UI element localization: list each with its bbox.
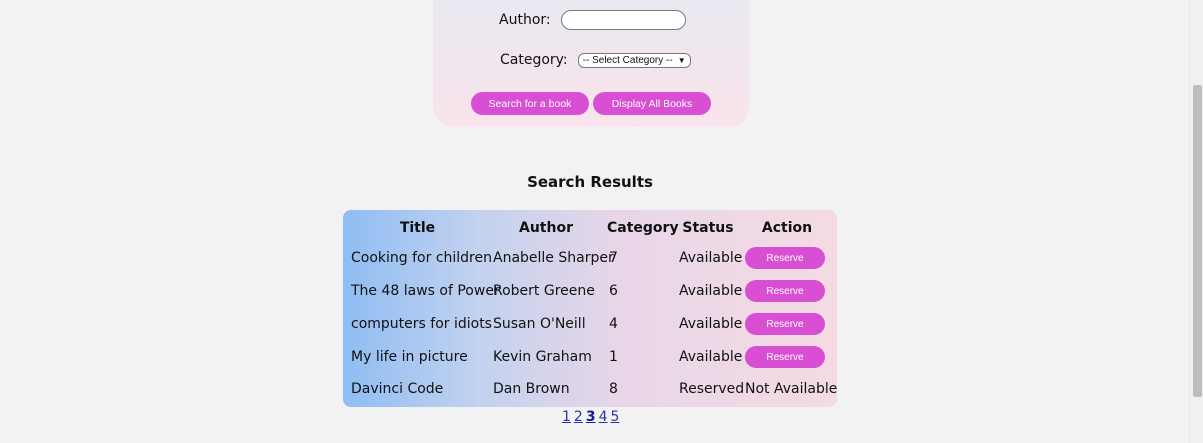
vertical-scrollbar[interactable] [1189,0,1203,443]
column-header-category: Category [607,220,679,236]
cell-status: Available [679,283,743,299]
cell-author: Robert Greene [493,283,595,299]
cell-title: Cooking for children [351,250,492,266]
cell-category: 7 [609,250,618,266]
cell-category: 6 [609,283,618,299]
cell-action-not-available: Not Available [745,381,838,397]
search-form-panel: Author: Category: -- Select Category -- … [433,0,749,127]
cell-author: Dan Brown [493,381,570,397]
reserve-button[interactable]: Reserve [745,346,825,368]
cell-category: 4 [609,316,618,332]
column-header-action: Action [761,220,813,236]
cell-title: computers for idiots [351,316,492,332]
pagination: 12345 [562,409,619,425]
form-buttons: Search for a book Display All Books [471,92,711,115]
page-link-2[interactable]: 2 [574,409,583,425]
page-link-3[interactable]: 3 [586,409,596,425]
category-row: Category: -- Select Category -- ▼ [500,52,816,68]
cell-title: The 48 laws of Power [351,283,500,299]
page-link-4[interactable]: 4 [599,409,608,425]
reserve-button[interactable]: Reserve [745,247,825,269]
display-all-books-button[interactable]: Display All Books [593,92,711,115]
scrollbar-thumb[interactable] [1193,85,1202,397]
page-link-5[interactable]: 5 [611,409,620,425]
reserve-button[interactable]: Reserve [745,313,825,335]
author-row: Author: [499,10,815,30]
cell-category: 1 [609,349,618,365]
chevron-down-icon: ▼ [677,55,686,65]
cell-title: My life in picture [351,349,468,365]
category-select-value: -- Select Category -- [582,54,673,66]
cell-author: Kevin Graham [493,349,592,365]
cell-status: Reserved [679,381,745,397]
results-table: Title Author Category Status Action Cook… [343,210,837,407]
search-results-heading: Search Results [527,173,653,191]
category-label: Category: [500,52,568,68]
cell-author: Susan O'Neill [493,316,586,332]
category-select[interactable]: -- Select Category -- ▼ [577,52,691,68]
cell-status: Available [679,316,743,332]
column-header-author: Author [519,220,573,236]
author-input[interactable] [560,10,686,30]
column-header-title: Title [399,220,436,236]
cell-author: Anabelle Sharper [493,250,614,266]
search-button[interactable]: Search for a book [471,92,589,115]
cell-status: Available [679,250,743,266]
page-link-1[interactable]: 1 [562,409,571,425]
author-label: Author: [499,12,551,28]
reserve-button[interactable]: Reserve [745,280,825,302]
cell-category: 8 [609,381,618,397]
cell-status: Available [679,349,743,365]
cell-title: Davinci Code [351,381,444,397]
column-header-status: Status [682,220,734,236]
